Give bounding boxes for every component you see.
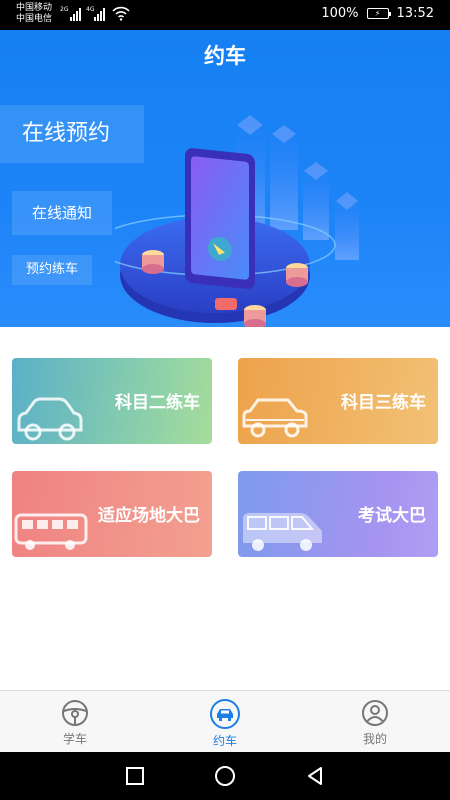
tab-learn[interactable]: 学车 — [0, 691, 150, 752]
tab-book-car[interactable]: 约车 — [150, 691, 300, 752]
network-type-1: 2G — [60, 6, 69, 13]
status-right: 100% ⚡ 13:52 — [321, 6, 434, 21]
book-practice-button[interactable]: 预约练车 — [12, 255, 92, 285]
car-icon — [17, 397, 83, 441]
card-label: 科目三练车 — [341, 393, 426, 413]
system-nav-bar — [0, 752, 450, 800]
home-icon[interactable] — [213, 764, 237, 788]
carrier-labels: 中国移动 中国电信 — [16, 3, 52, 25]
subject-two-practice-card[interactable]: 科目二练车 — [12, 358, 212, 444]
card-label: 考试大巴 — [358, 506, 426, 526]
car-icon — [242, 398, 308, 438]
field-bus-card[interactable]: 适应场地大巴 — [12, 471, 212, 557]
battery-icon: ⚡ — [366, 8, 391, 19]
tab-label: 约车 — [212, 734, 237, 748]
tab-label: 学车 — [62, 732, 87, 746]
carrier-1: 中国移动 — [16, 3, 53, 13]
status-bar: 中国移动 中国电信 2G 4G 100% ⚡ 13:52 — [0, 0, 450, 30]
tab-mine[interactable]: 我的 — [300, 691, 450, 752]
hero-banner: 约车 在线预约 在线通知 预约练车 — [0, 30, 450, 327]
car-icon — [210, 699, 240, 729]
signal-icon — [94, 7, 105, 21]
online-notice-button[interactable]: 在线通知 — [12, 191, 112, 235]
signal-icon — [70, 7, 81, 21]
bus-icon — [14, 513, 88, 550]
exam-bus-card[interactable]: 考试大巴 — [238, 471, 438, 557]
carrier-2: 中国电信 — [16, 14, 53, 24]
recent-apps-icon[interactable] — [124, 765, 146, 787]
profile-icon — [362, 700, 388, 726]
van-icon — [243, 513, 322, 551]
page-title: 约车 — [204, 44, 246, 68]
steering-wheel-icon — [62, 700, 88, 726]
battery-percent: 100% — [321, 6, 359, 21]
clock: 13:52 — [396, 6, 434, 21]
card-label: 适应场地大巴 — [98, 506, 200, 526]
tab-label: 我的 — [362, 732, 387, 746]
wifi-icon — [112, 6, 130, 21]
subject-three-practice-card[interactable]: 科目三练车 — [238, 358, 438, 444]
bottom-tab-bar: 学车 约车 我的 — [0, 690, 450, 752]
card-label: 科目二练车 — [115, 393, 200, 413]
phone-booking-illustration — [115, 115, 359, 327]
back-icon[interactable] — [304, 765, 326, 787]
